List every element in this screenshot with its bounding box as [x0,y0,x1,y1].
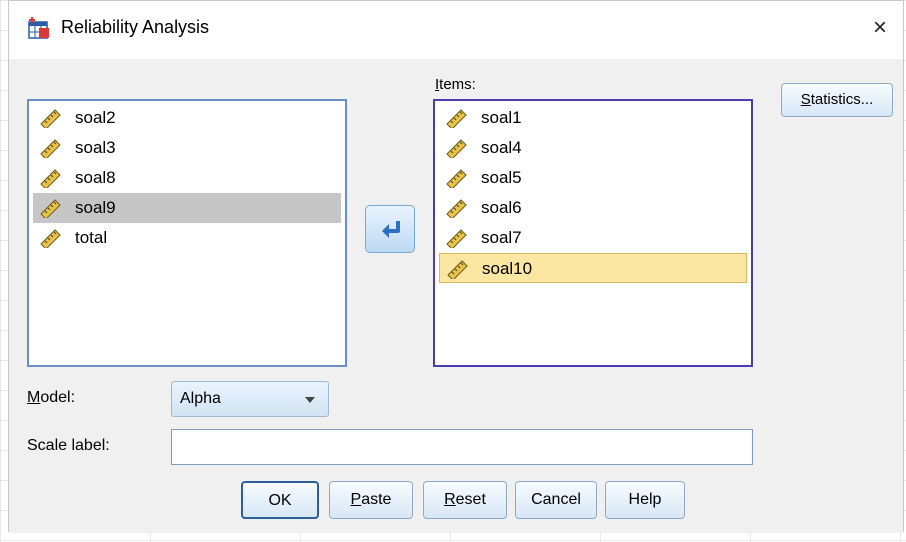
source-variable-item[interactable]: total [33,223,341,253]
source-variable-item-label: total [75,228,108,247]
source-variable-item[interactable]: soal9 [33,193,341,223]
items-variable-item-label: soal7 [481,228,522,247]
items-variable-item[interactable]: soal4 [439,133,747,163]
items-variable-item-label: soal5 [481,168,522,187]
close-button[interactable]: × [865,13,895,43]
scale-ruler-icon [40,109,61,128]
items-variable-item[interactable]: soal7 [439,223,747,253]
cancel-button[interactable]: Cancel [515,481,597,519]
source-variable-item-label: soal8 [75,168,116,187]
items-variable-item-label: soal1 [481,108,522,127]
model-value: Alpha [180,390,221,407]
scale-ruler-icon [446,229,467,248]
source-variable-item[interactable]: soal3 [33,133,341,163]
scale-ruler-icon [446,169,467,188]
ok-button[interactable]: OK [241,481,319,519]
items-variable-item[interactable]: soal5 [439,163,747,193]
source-variable-item-label: soal3 [75,138,116,157]
source-variable-item-label: soal2 [75,108,116,127]
scale-ruler-icon [40,139,61,158]
items-variable-list[interactable]: soal1 soal4 soal5 soal6 soal7 soal10 [433,99,753,367]
move-variable-button[interactable] [365,205,415,253]
help-button[interactable]: Help [605,481,685,519]
spss-table-icon [28,17,49,39]
scale-ruler-icon [446,199,467,218]
arrow-left-icon [382,221,400,238]
items-variable-item[interactable]: soal10 [439,253,747,283]
model-dropdown[interactable]: Alpha [171,381,329,417]
source-variable-item[interactable]: soal2 [33,103,341,133]
items-variable-item-label: soal10 [482,259,533,278]
paste-button[interactable]: Paste [329,481,413,519]
items-label: Items: [435,76,476,93]
scale-label-input[interactable] [171,429,753,465]
scale-ruler-icon [447,260,468,279]
scale-ruler-icon [40,199,61,218]
scale-ruler-icon [446,139,467,158]
items-variable-item-label: soal6 [481,198,522,217]
model-label: Model: [27,389,76,406]
scale-ruler-icon [40,229,61,248]
scale-ruler-icon [446,109,467,128]
dialog-body: soal2 soal3 soal8 soal9 total Items: soal1 so… [9,59,903,533]
scale-label-label: Scale label: [27,437,110,454]
items-variable-item[interactable]: soal6 [439,193,747,223]
source-variable-item-label: soal9 [75,198,116,217]
reset-button[interactable]: Reset [423,481,507,519]
scale-ruler-icon [40,169,61,188]
items-variable-item[interactable]: soal1 [439,103,747,133]
title-bar: Reliability Analysis × [9,1,903,59]
source-variable-list[interactable]: soal2 soal3 soal8 soal9 total [27,99,347,367]
reliability-analysis-dialog: Reliability Analysis × soal2 soal3 soal8 so… [8,0,904,533]
items-variable-item-label: soal4 [481,138,522,157]
chevron-down-icon [305,397,315,403]
statistics-button[interactable]: Statistics... [781,83,893,117]
source-variable-item[interactable]: soal8 [33,163,341,193]
dialog-title: Reliability Analysis [61,17,210,37]
